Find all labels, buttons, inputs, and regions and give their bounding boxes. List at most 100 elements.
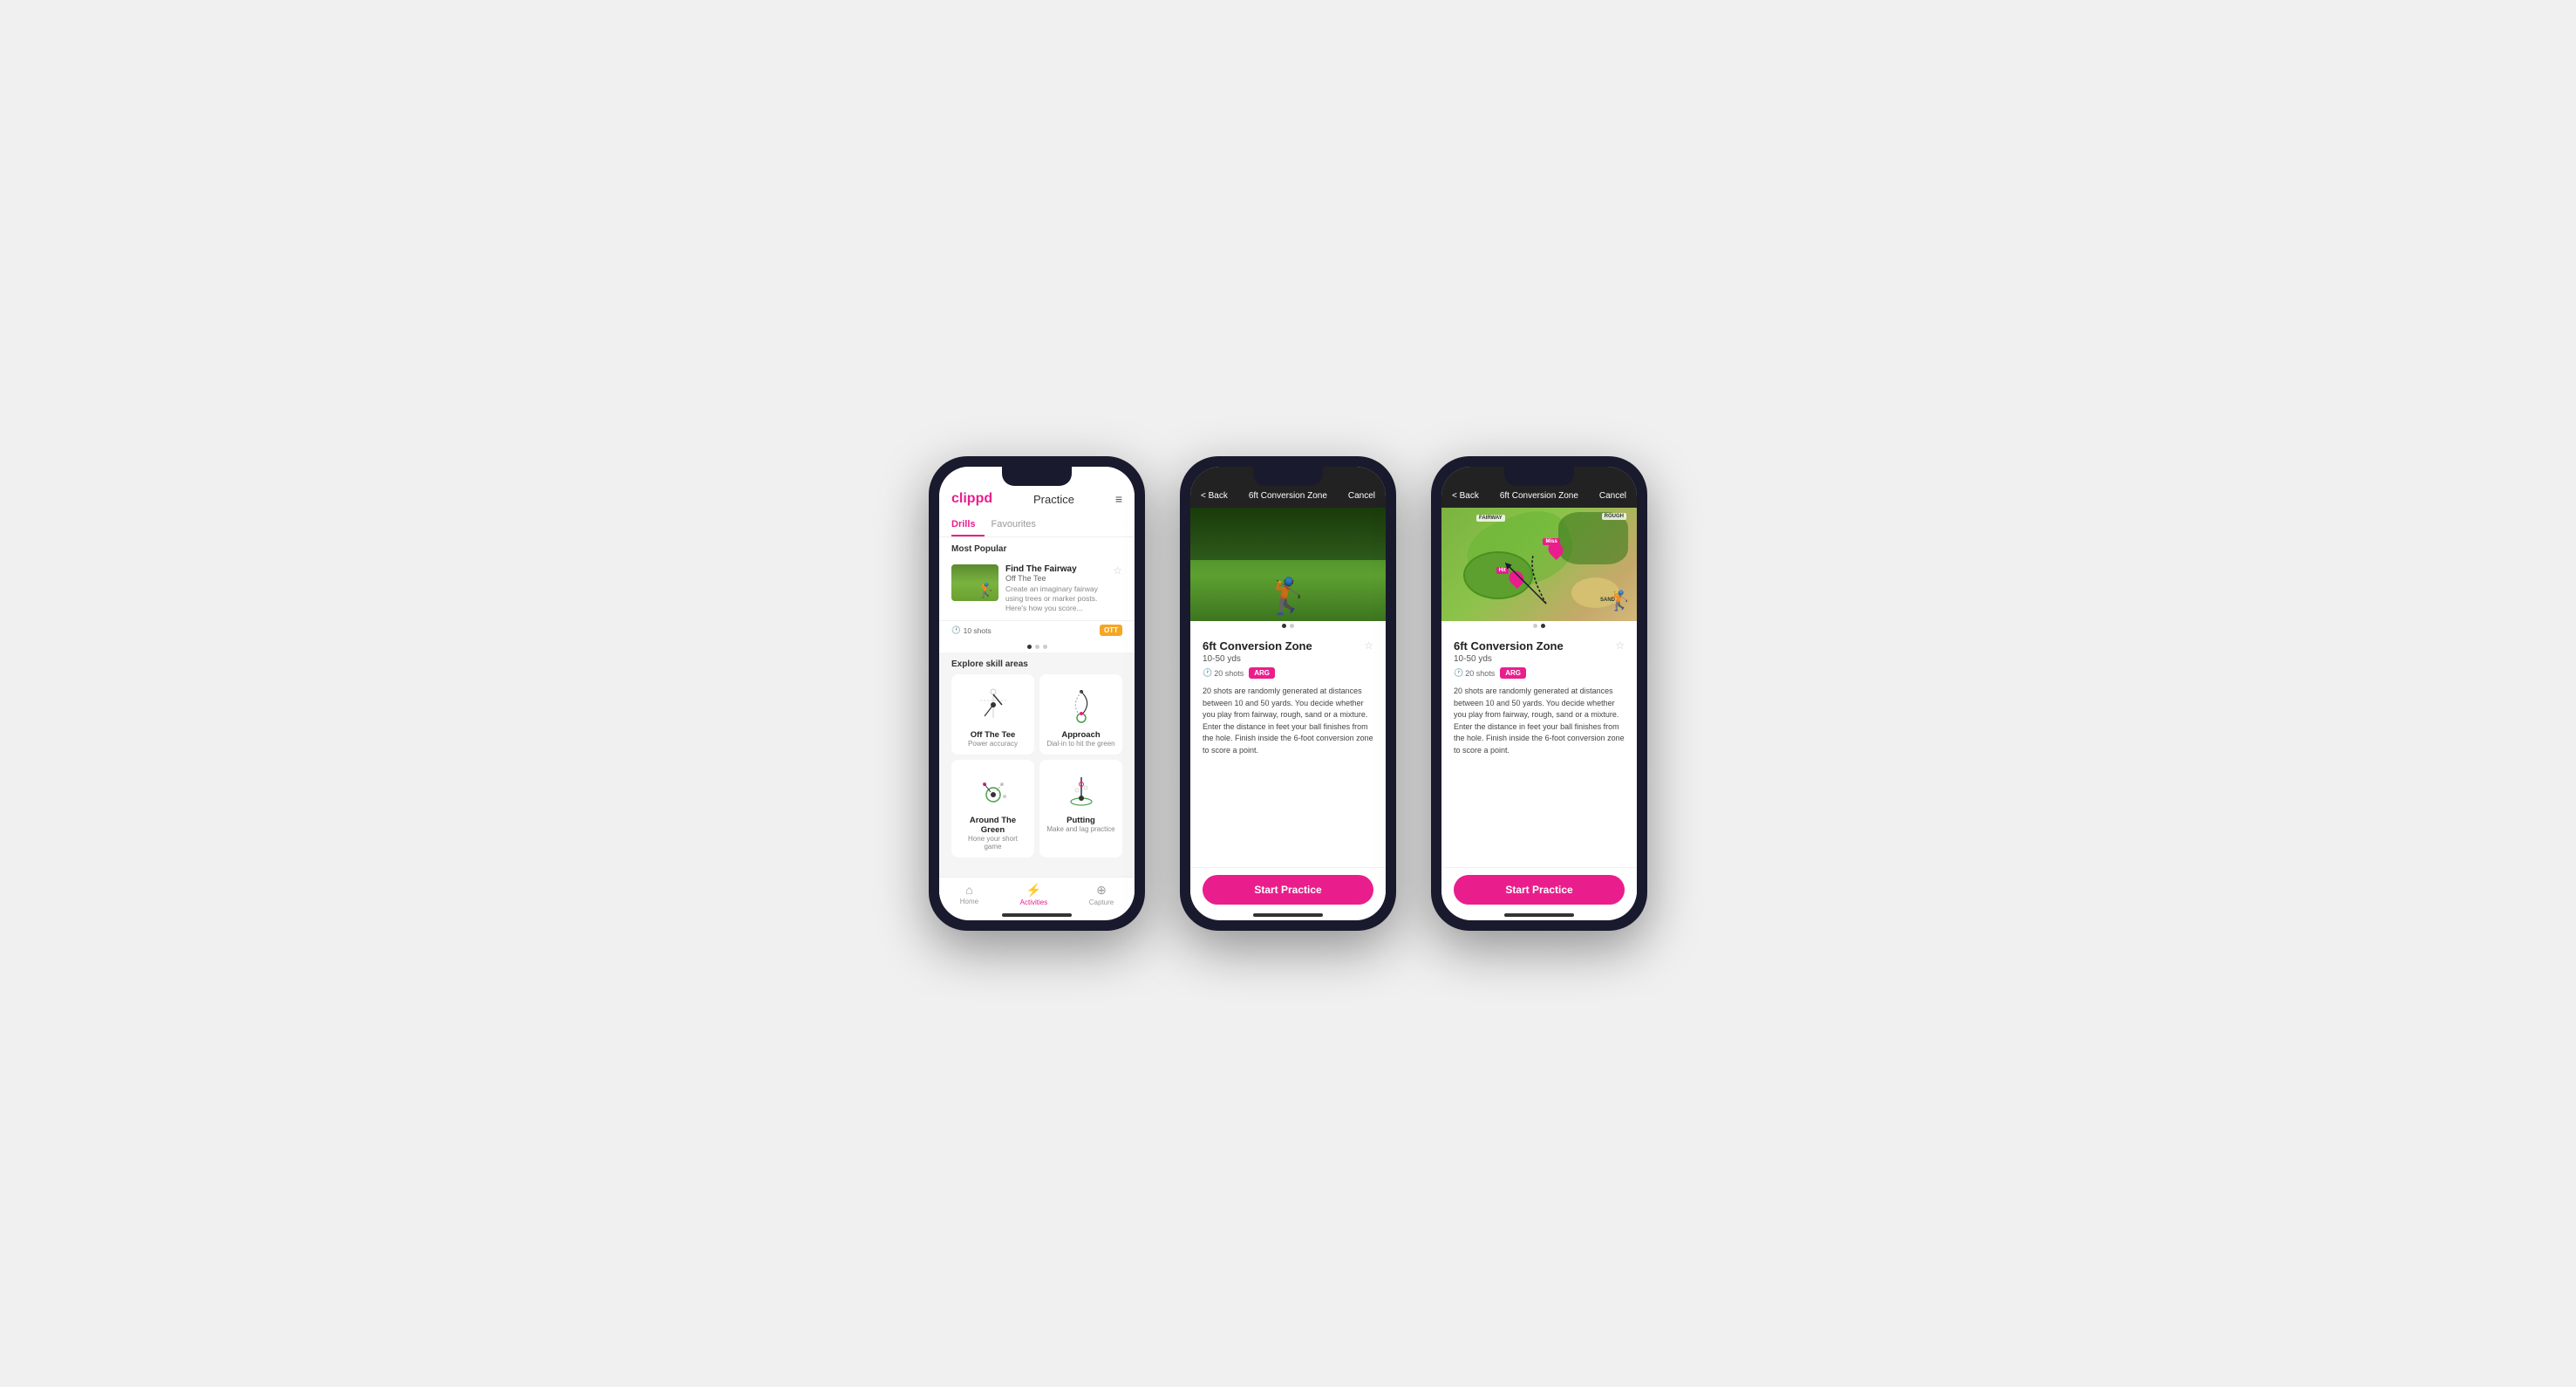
skill-name-atg: Around The Green <box>958 816 1027 835</box>
skill-name-approach: Approach <box>1046 730 1115 740</box>
tab-bar: Drills Favourites <box>939 514 1135 537</box>
skill-name-putting: Putting <box>1046 816 1115 825</box>
notch <box>1504 467 1574 486</box>
cancel-button[interactable]: Cancel <box>1348 491 1375 501</box>
detail-screen-title: 6ft Conversion Zone <box>1249 491 1327 501</box>
golf-photo-bg: 🏌️ <box>1190 508 1386 621</box>
drill-detail-shots: 🕐 20 shots <box>1454 668 1495 678</box>
tab-drills[interactable]: Drills <box>951 514 985 536</box>
favourite-star-icon[interactable]: ☆ <box>1615 639 1625 652</box>
drill-thumbnail <box>951 564 998 601</box>
drill-detail-content: 6ft Conversion Zone ☆ 10-50 yds 🕐 20 sho… <box>1441 631 1637 867</box>
drill-detail-name: 6ft Conversion Zone <box>1454 639 1564 653</box>
drill-map: FAIRWAY ROUGH SAND Hit Miss <box>1441 508 1637 621</box>
skill-card-off-the-tee[interactable]: Off The Tee Power accuracy <box>951 674 1034 755</box>
skill-card-approach[interactable]: Approach Dial-in to hit the green <box>1039 674 1122 755</box>
activities-icon: ⚡ <box>1026 883 1041 898</box>
phone-1: clippd Practice ≡ Drills Favourites Most… <box>929 456 1145 931</box>
back-button[interactable]: < Back <box>1452 491 1479 501</box>
drill-shots: 🕐 10 shots <box>951 625 992 635</box>
menu-icon[interactable]: ≡ <box>1115 492 1122 506</box>
drill-tag-ott: OTT <box>1100 625 1122 636</box>
bottom-nav: ⌂ Home ⚡ Activities ⊕ Capture <box>939 877 1135 908</box>
drill-info: Find The Fairway Off The Tee Create an i… <box>1005 564 1106 613</box>
start-practice-button[interactable]: Start Practice <box>1203 875 1373 905</box>
carousel-dots <box>939 641 1135 653</box>
putting-icon <box>1060 769 1103 812</box>
skill-desc-putting: Make and lag practice <box>1046 825 1115 833</box>
detail-screen-title: 6ft Conversion Zone <box>1500 491 1578 501</box>
skill-grid: Off The Tee Power accuracy Ap <box>939 674 1135 864</box>
golfer-figure: 🏌️ <box>1266 576 1310 621</box>
skill-card-putting[interactable]: Putting Make and lag practice <box>1039 760 1122 857</box>
notch <box>1002 467 1072 486</box>
drill-detail-tag: ARG <box>1249 667 1275 679</box>
drill-detail-meta: 🕐 20 shots ARG <box>1203 667 1373 679</box>
drill-detail-name: 6ft Conversion Zone <box>1203 639 1312 653</box>
detail-footer: Start Practice <box>1441 867 1637 908</box>
nav-capture-label: Capture <box>1089 898 1114 906</box>
nav-home[interactable]: ⌂ Home <box>960 883 978 906</box>
detail-footer: Start Practice <box>1190 867 1386 908</box>
home-bar <box>1002 913 1072 917</box>
screen-title: Practice <box>1033 493 1074 506</box>
capture-icon: ⊕ <box>1096 883 1107 898</box>
drill-thumb-image <box>951 564 998 601</box>
clock-icon: 🕐 <box>951 625 961 635</box>
image-carousel-dots <box>1190 621 1386 631</box>
drill-range: 10-50 yds <box>1454 654 1625 664</box>
favourite-icon[interactable]: ☆ <box>1113 564 1122 577</box>
drill-detail-description: 20 shots are randomly generated at dista… <box>1203 686 1373 756</box>
drill-card-find-fairway[interactable]: Find The Fairway Off The Tee Create an i… <box>939 557 1135 621</box>
dot-2 <box>1035 645 1039 649</box>
start-practice-button[interactable]: Start Practice <box>1454 875 1625 905</box>
trajectory-svg <box>1441 508 1637 621</box>
drill-photo: 🏌️ <box>1190 508 1386 621</box>
around-green-icon <box>971 769 1015 812</box>
trees-background <box>1190 508 1386 560</box>
nav-capture[interactable]: ⊕ Capture <box>1089 883 1114 906</box>
drill-meta: 🕐 10 shots OTT <box>939 621 1135 641</box>
skill-desc-atg: Hone your short game <box>958 835 1027 851</box>
favourite-star-icon[interactable]: ☆ <box>1364 639 1373 652</box>
drill-title-row: 6ft Conversion Zone ☆ <box>1454 639 1625 653</box>
drill-detail-description: 20 shots are randomly generated at dista… <box>1454 686 1625 756</box>
drill-description: Create an imaginary fairway using trees … <box>1005 584 1106 613</box>
skill-name-ott: Off The Tee <box>958 730 1027 740</box>
skill-desc-approach: Dial-in to hit the green <box>1046 740 1115 748</box>
skill-card-around-green[interactable]: Around The Green Hone your short game <box>951 760 1034 857</box>
drill-detail-content: 6ft Conversion Zone ☆ 10-50 yds 🕐 20 sho… <box>1190 631 1386 867</box>
home-icon: ⌂ <box>965 883 972 897</box>
img-dot-1 <box>1533 624 1537 628</box>
nav-home-label: Home <box>960 898 978 905</box>
explore-title: Explore skill areas <box>939 653 1135 674</box>
drill-detail-shots: 🕐 20 shots <box>1203 668 1244 678</box>
home-bar <box>1253 913 1323 917</box>
back-button[interactable]: < Back <box>1201 491 1228 501</box>
map-golfer-icon: 🏌️ <box>1609 590 1632 612</box>
course-map-bg: FAIRWAY ROUGH SAND Hit Miss <box>1441 508 1637 621</box>
cancel-button[interactable]: Cancel <box>1599 491 1626 501</box>
main-content: Most Popular Find The Fairway Off The Te… <box>939 537 1135 877</box>
skill-desc-ott: Power accuracy <box>958 740 1027 748</box>
drill-detail-tag: ARG <box>1500 667 1526 679</box>
drill-subtitle: Off The Tee <box>1005 574 1106 583</box>
image-carousel-dots <box>1441 621 1637 631</box>
most-popular-title: Most Popular <box>939 537 1135 557</box>
drill-title-row: 6ft Conversion Zone ☆ <box>1203 639 1373 653</box>
img-dot-2 <box>1290 624 1294 628</box>
dot-1 <box>1027 645 1032 649</box>
phone-2: < Back 6ft Conversion Zone Cancel 🏌️ 6ft… <box>1180 456 1396 931</box>
drill-detail-meta: 🕐 20 shots ARG <box>1454 667 1625 679</box>
tab-favourites[interactable]: Favourites <box>992 514 1045 536</box>
notch <box>1253 467 1323 486</box>
drill-name: Find The Fairway <box>1005 564 1106 574</box>
clock-icon: 🕐 <box>1454 668 1463 678</box>
phone-3: < Back 6ft Conversion Zone Cancel FAIRWA… <box>1431 456 1647 931</box>
nav-activities-label: Activities <box>1020 898 1048 906</box>
img-dot-2 <box>1541 624 1545 628</box>
dot-3 <box>1043 645 1047 649</box>
off-the-tee-icon <box>971 683 1015 727</box>
nav-activities[interactable]: ⚡ Activities <box>1020 883 1048 906</box>
approach-icon <box>1060 683 1103 727</box>
